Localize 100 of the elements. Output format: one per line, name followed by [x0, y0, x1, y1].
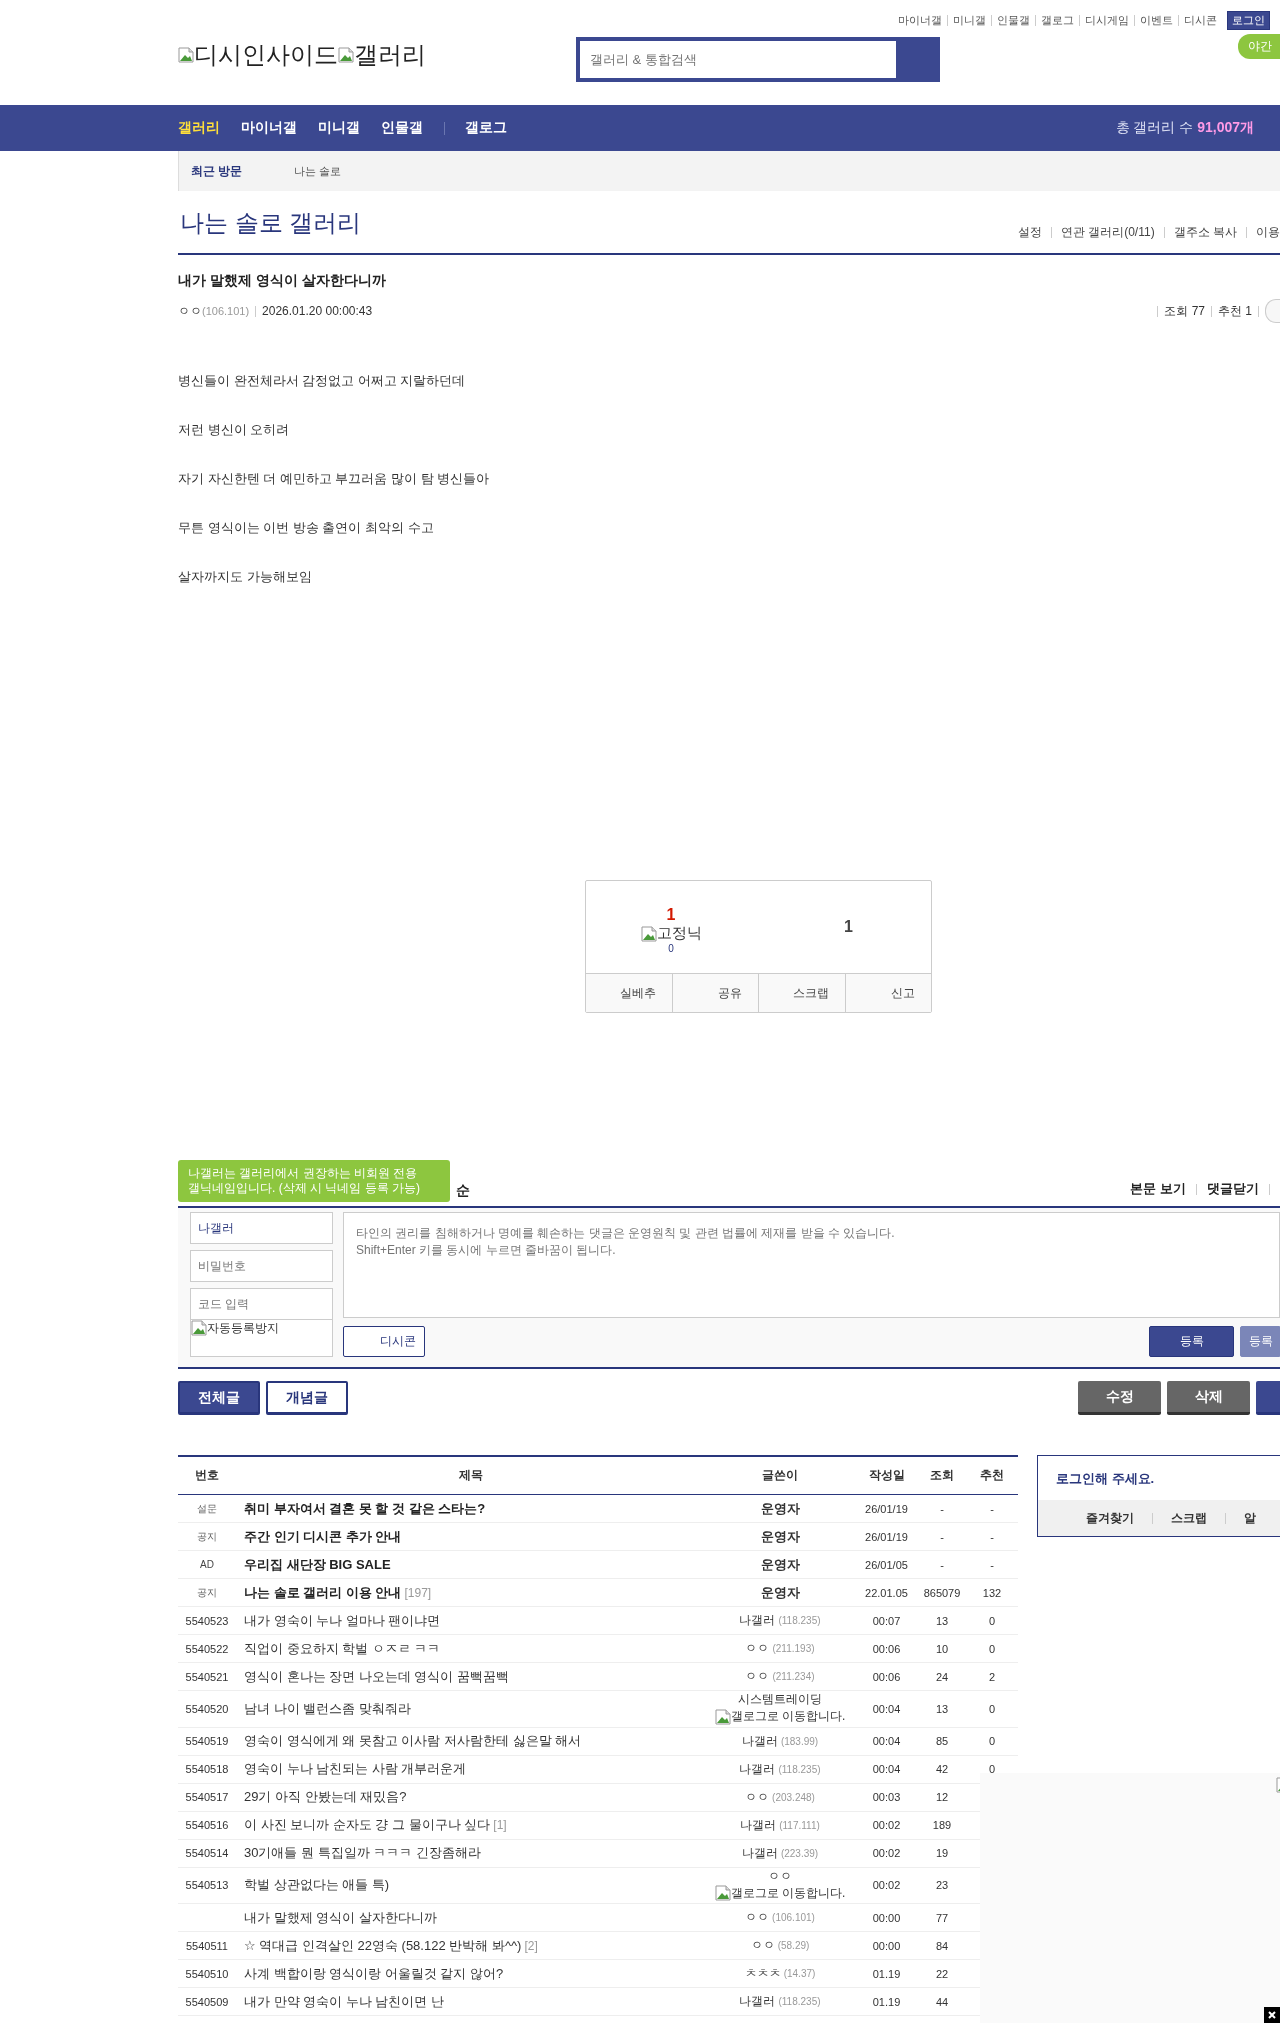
writer-name[interactable]: 시스템트레이딩: [705, 1691, 855, 1708]
post-action-button[interactable]: 수정: [1078, 1381, 1161, 1415]
post-action-button[interactable]: 실베추: [586, 974, 672, 1012]
post-title-link[interactable]: 나는 솔로 갤러리 이용 안내: [244, 1584, 402, 1600]
writer-name[interactable]: ㅇㅇ: [745, 1669, 770, 1683]
nav-tab[interactable]: 미니갤: [318, 119, 360, 137]
submit-button[interactable]: 등록: [1149, 1326, 1234, 1357]
post-number: 5540521: [185, 1670, 229, 1683]
top-link[interactable]: 갤로그: [1041, 13, 1074, 28]
top-link[interactable]: 디시콘: [1184, 13, 1217, 28]
writer-name[interactable]: ㅇㅇ: [178, 302, 202, 320]
writer-name[interactable]: 나갤러: [741, 1733, 778, 1748]
top-link[interactable]: 마이너갤: [898, 13, 942, 28]
writer-name[interactable]: 나갤러: [739, 1994, 776, 2008]
post-title-link[interactable]: 주간 인기 디시콘 추가 안내: [244, 1528, 402, 1544]
writer-name[interactable]: 나갤러: [739, 1613, 776, 1627]
post-title-link[interactable]: 남녀 나이 밸런스좀 맞춰줘라: [244, 1700, 411, 1716]
list-tab[interactable]: 개념글: [266, 1381, 348, 1415]
post-title-link[interactable]: 취미 부자여서 결혼 못 할 것 같은 스타는?: [244, 1500, 486, 1516]
post-action-button[interactable]: 삭제: [1167, 1381, 1250, 1415]
post-number: 5540519: [185, 1735, 229, 1747]
gallery-link[interactable]: 연관 갤러리(0/11): [1060, 224, 1155, 241]
writer-name[interactable]: 운영자: [760, 1556, 800, 1572]
login-prompt[interactable]: 로그인해 주세요.: [1038, 1456, 1280, 1500]
writer-name[interactable]: ㅇㅇ: [745, 1789, 770, 1804]
nav-tab[interactable]: 갤러리: [178, 119, 220, 137]
gallery-link[interactable]: 이용: [1256, 224, 1280, 241]
nickname-field[interactable]: 나갤러: [190, 1212, 333, 1244]
gallery-title[interactable]: 나는 솔로 갤러리: [180, 207, 362, 239]
comment-link[interactable]: 본문 보기: [1130, 1180, 1186, 1198]
post-title-link[interactable]: 직업이 중요하지 학벌 ㅇㅈㄹ ㅋㅋ: [244, 1640, 441, 1656]
post-title-link[interactable]: ☆ 역대급 인격살인 22영숙 (58.122 반박해 봐^^): [244, 1937, 522, 1953]
recent-label: 최근 방문: [190, 162, 244, 180]
view-count: 19: [935, 1847, 949, 1859]
broken-image-icon: [178, 47, 194, 63]
logo[interactable]: 디시인사이드 갤러리: [178, 38, 425, 72]
writer-name[interactable]: 나갤러: [739, 1761, 776, 1776]
writer-name[interactable]: 운영자: [760, 1500, 800, 1516]
writer-name[interactable]: ㅇㅇ: [750, 1938, 775, 1952]
top-link[interactable]: 디시게임: [1085, 13, 1129, 28]
post-title-link[interactable]: 우리집 새단장 BIG SALE: [244, 1556, 391, 1572]
top-link[interactable]: 미니갤: [953, 13, 986, 28]
writer-name[interactable]: ㅇㅇ: [705, 1867, 855, 1885]
post-title-link[interactable]: 내가 만약 영숙이 누나 남친이면 난: [244, 1993, 445, 2009]
writer-name[interactable]: ㅊㅊㅊ: [744, 1966, 781, 1980]
recent-gallery-link[interactable]: 나는 솔로: [294, 163, 342, 179]
post-title-link[interactable]: 학벌 상관없다는 애들 특): [244, 1877, 390, 1893]
post-number: 5540514: [185, 1847, 229, 1859]
post-title-link[interactable]: 영숙이 누나 남친되는 사람 개부러운게: [244, 1761, 467, 1776]
writer-name[interactable]: 운영자: [760, 1528, 800, 1544]
view-count: 13: [935, 1702, 949, 1715]
post-action-button[interactable]: 신고: [844, 974, 931, 1012]
post-title-link[interactable]: 내가 영숙이 누나 얼마나 팬이냐면: [244, 1612, 441, 1628]
recommend-count: 0: [988, 1763, 996, 1775]
gallog-link[interactable]: 갤로그로 이동합니다.: [714, 1884, 846, 1902]
post-title-link[interactable]: 내가 말했제 영식이 살자한다니까: [244, 1909, 437, 1925]
list-tab[interactable]: 전체글: [178, 1381, 260, 1415]
submit-button[interactable]: 등록: [1240, 1326, 1280, 1357]
top-link[interactable]: 인물갤: [997, 13, 1030, 28]
close-button[interactable]: [1264, 2007, 1280, 2023]
dccon-button[interactable]: 디시콘: [343, 1326, 425, 1357]
comment-jump-button[interactable]: [1265, 299, 1280, 323]
gallery-link[interactable]: 설정: [1017, 224, 1042, 241]
password-field[interactable]: 비밀번호: [190, 1250, 333, 1282]
writer-name[interactable]: 나갤러: [741, 1845, 778, 1860]
post-action-button[interactable]: 스크랩: [758, 974, 845, 1012]
login-box-link[interactable]: 스크랩: [1171, 1509, 1207, 1527]
post-title-link[interactable]: 영식이 혼나는 장면 나오는데 영식이 꿈뻑꿈뻑: [244, 1668, 510, 1684]
comment-link[interactable]: 댓글닫기: [1207, 1180, 1259, 1198]
login-button[interactable]: 로그인: [1227, 11, 1270, 30]
login-box-link[interactable]: 즐겨찾기: [1086, 1509, 1134, 1527]
top-link[interactable]: 이벤트: [1140, 13, 1173, 28]
writer-ip: (223.39): [780, 1847, 819, 1859]
post-action-button[interactable]: 공유: [671, 974, 758, 1012]
gallog-link[interactable]: 갤로그로 이동합니다.: [714, 1708, 846, 1725]
writer-name[interactable]: ㅇㅇ: [745, 1641, 770, 1655]
view-count: 865079: [923, 1586, 961, 1599]
nav-tab[interactable]: 인물갤: [381, 119, 423, 137]
nav-tab[interactable]: 갤로그: [465, 119, 507, 137]
comment-textarea[interactable]: 타인의 권리를 침해하거나 명예를 훼손하는 댓글은 운영원칙 및 관련 법률에 제재를 받을 수 있습니다. Shift+Enter 키를 동시에 누르면 줄바꿈이 됩니다.: [343, 1212, 1280, 1318]
gallery-link[interactable]: 갤주소 복사: [1173, 224, 1237, 241]
post-title-link[interactable]: 사계 백합이랑 영식이랑 어울릴것 같지 않어?: [244, 1965, 504, 1981]
write-button[interactable]: [1256, 1381, 1280, 1415]
search-field[interactable]: 갤러리 & 통합검색: [576, 37, 940, 82]
post-title-link[interactable]: 30기애들 뭔 특집일까 ㅋㅋㅋ 긴장좀해라: [244, 1845, 481, 1860]
post-date: 01.19: [872, 1967, 901, 1980]
view-count: 12: [935, 1791, 949, 1803]
post-number: 설문: [197, 1502, 217, 1514]
writer-name[interactable]: 나갤러: [740, 1817, 777, 1832]
view-count: 44: [935, 1995, 949, 2008]
post-title-link[interactable]: 영숙이 영식에게 왜 못참고 이사람 저사람한테 싫은말 해서: [244, 1733, 582, 1748]
login-box-link[interactable]: 알: [1244, 1509, 1256, 1527]
post-number: 5540523: [185, 1614, 229, 1627]
post-title-link[interactable]: 이 사진 보니까 순자도 걍 그 물이구나 싶다: [244, 1817, 491, 1832]
post-number: 5540510: [185, 1967, 229, 1980]
nav-tab[interactable]: 마이너갤: [241, 119, 297, 137]
writer-name[interactable]: 운영자: [760, 1584, 800, 1600]
post-title-link[interactable]: 29기 아직 안봤는데 재밌음?: [244, 1789, 407, 1804]
writer-ip: (14.37): [783, 1968, 816, 1979]
writer-name[interactable]: ㅇㅇ: [745, 1910, 770, 1924]
